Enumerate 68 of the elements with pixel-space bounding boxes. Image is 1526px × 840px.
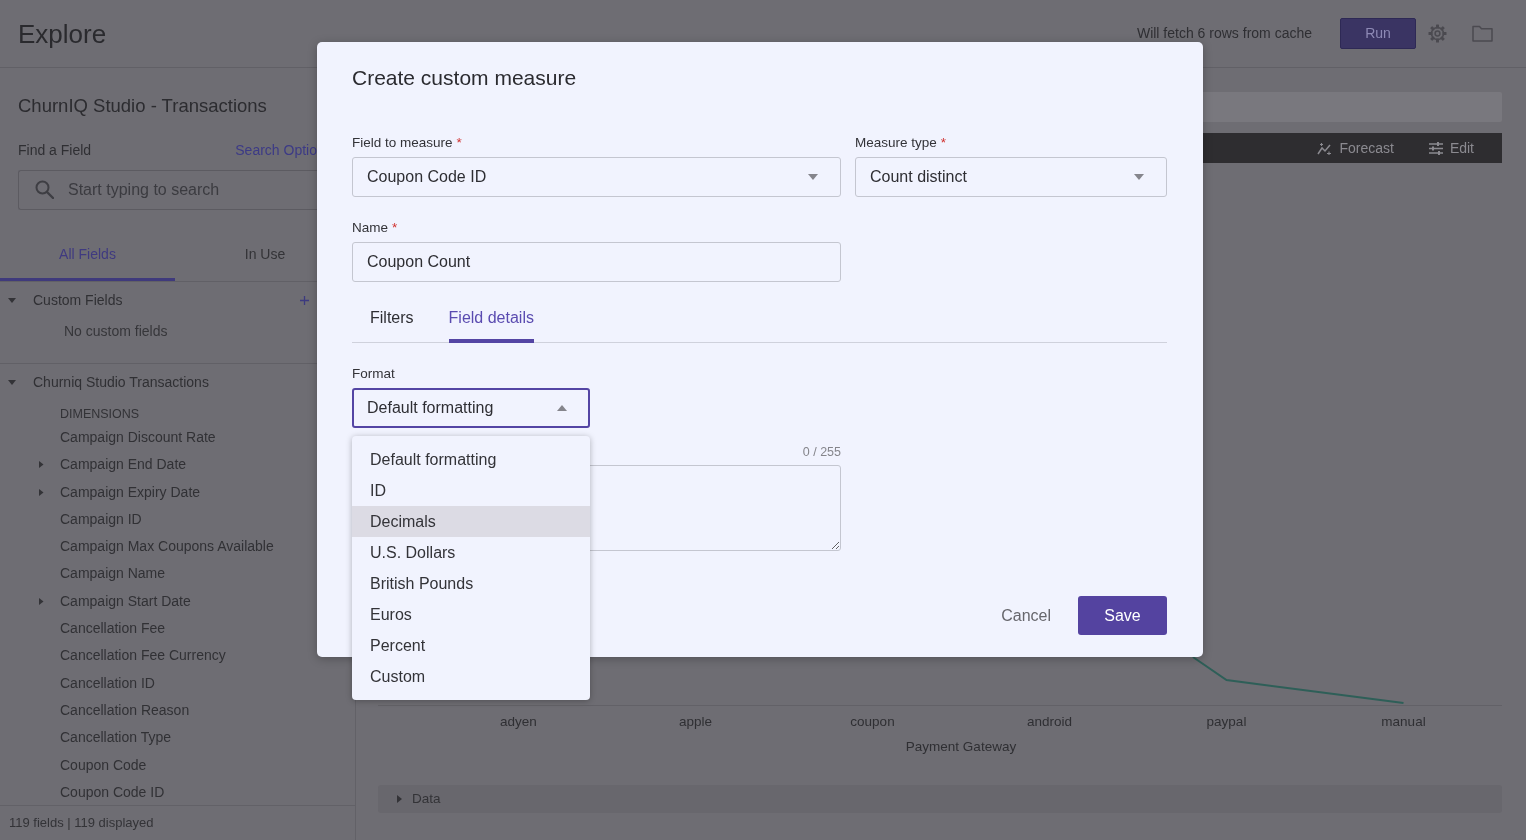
trend-line-icon [1317, 141, 1333, 155]
dialog-tab[interactable]: Field details [448, 296, 534, 343]
dropdown-option[interactable]: Default formatting [352, 444, 590, 475]
required-mark: * [456, 135, 462, 151]
section-heading: DIMENSIONS [60, 406, 140, 423]
field-label: Name [352, 220, 388, 236]
required-mark: * [940, 135, 947, 151]
dropdown-option[interactable]: British Pounds [352, 568, 590, 599]
forecast-button[interactable]: Forecast [1317, 137, 1394, 159]
axis-label: apple [678, 714, 712, 729]
field-search-label: Find a Field [18, 142, 92, 158]
dropdown-option[interactable]: Decimals [352, 506, 590, 537]
field-item[interactable]: Cancellation ID [60, 669, 155, 697]
field-item[interactable]: Campaign Start Date [60, 587, 191, 616]
caret-down-icon [1134, 174, 1144, 180]
sidebar-tab[interactable]: In Use [175, 230, 317, 281]
axis-label: android [1026, 714, 1072, 729]
field-item[interactable]: Campaign Expiry Date [60, 478, 201, 506]
search-icon [35, 180, 54, 199]
field-label: Format [352, 366, 395, 382]
axis-label: paypal [1206, 714, 1247, 729]
page-title: Explore [18, 17, 107, 50]
plus-icon[interactable] [300, 295, 309, 305]
save-button[interactable]: Save [1078, 596, 1167, 635]
field-item[interactable]: Cancellation Fee [60, 615, 166, 643]
cache-status-text: Will fetch 6 rows from cache [1136, 24, 1312, 43]
field-item[interactable]: Campaign Name [60, 560, 166, 588]
field-item[interactable]: Cancellation Type [60, 724, 172, 752]
field-item[interactable]: Campaign Max Coupons Available [60, 533, 274, 561]
axis-label: manual [1381, 714, 1426, 729]
dropdown-option[interactable]: Euros [352, 599, 590, 630]
dialog-tab[interactable]: Filters [370, 296, 414, 343]
measure-type-select[interactable]: Count distinct [855, 157, 1167, 197]
caret-down-icon [808, 174, 818, 180]
dataset-title: ChurnIQ Studio - Transactions [18, 94, 267, 118]
field-item[interactable]: Campaign End Date [60, 451, 187, 479]
dropdown-option[interactable]: Percent [352, 630, 590, 661]
cancel-button[interactable]: Cancel [989, 596, 1063, 635]
field-item[interactable]: Coupon Code [60, 751, 147, 779]
field-item[interactable]: Cancellation Fee Currency [60, 642, 226, 670]
field-label: Field to measure [352, 135, 453, 151]
field-item[interactable]: Campaign ID [60, 505, 142, 534]
field-label: Measure type [855, 135, 937, 151]
field-count-text: 119 fields | 119 displayed [0, 805, 355, 840]
axis-label: coupon [850, 714, 895, 729]
tree-group-label[interactable]: Churniq Studio Transactions [33, 368, 209, 396]
caret-up-icon [557, 405, 567, 411]
field-item[interactable]: Coupon Code ID [60, 778, 165, 805]
empty-state-text: No custom fields [64, 322, 168, 341]
dropdown-option[interactable]: U.S. Dollars [352, 537, 590, 568]
run-button[interactable]: Run [1340, 18, 1416, 49]
axis-title: Payment Gateway [905, 739, 1017, 754]
field-to-measure-select[interactable]: Coupon Code ID [352, 157, 841, 197]
required-mark: * [392, 220, 398, 236]
dropdown-option[interactable]: ID [352, 475, 590, 506]
field-item[interactable]: Campaign Discount Rate [60, 424, 216, 452]
field-item[interactable]: Cancellation Reason [60, 696, 190, 725]
format-select[interactable]: Default formatting [352, 388, 590, 428]
axis-label: adyen [500, 714, 537, 729]
dropdown-option[interactable]: Custom [352, 661, 590, 692]
sliders-icon [1428, 141, 1443, 155]
name-input[interactable]: Coupon Count [352, 242, 841, 282]
edit-button[interactable]: Edit [1428, 137, 1474, 159]
tree-group-label[interactable]: Custom Fields [33, 286, 123, 314]
settings-icon[interactable] [1428, 24, 1447, 43]
character-counter: 0 / 255 [802, 445, 841, 459]
dialog-title: Create custom measure [352, 65, 578, 91]
folder-icon[interactable] [1472, 25, 1493, 42]
